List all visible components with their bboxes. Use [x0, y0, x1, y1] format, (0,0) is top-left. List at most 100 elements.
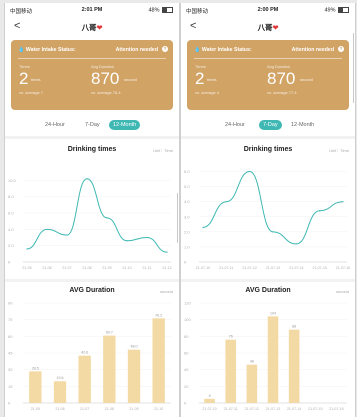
y-tick-label: 2.0 [8, 243, 14, 248]
tab-24-hour[interactable]: 24-Hour [41, 120, 69, 130]
bar-value-label: 76 [229, 335, 233, 339]
bar-value-label: 76.2 [155, 313, 162, 317]
nav-bar: < 八哥❤ [181, 18, 355, 36]
bar-value-label: 46 [250, 360, 254, 364]
x-tick-label: 21-05 [31, 407, 40, 411]
battery-indicator: 48% [148, 7, 173, 13]
bar [127, 349, 141, 403]
x-tick-label: 21-07-10 [196, 266, 210, 270]
x-tick-label: 21-07 [80, 407, 89, 411]
section-divider [181, 279, 355, 282]
tab-24-hour[interactable]: 24-Hour [221, 120, 249, 130]
duration-unit: second [300, 77, 313, 82]
x-tick-label: 21-06 [42, 266, 51, 270]
section-divider [5, 279, 179, 282]
data-point [26, 248, 28, 250]
x-tick-label: 21-12 [162, 266, 171, 270]
x-tick-label: 21-06 [55, 407, 64, 411]
avg-duration-unit: second [160, 289, 173, 294]
bar [288, 329, 300, 403]
times-unit: times [31, 77, 41, 82]
avg-duration-unit: second [336, 289, 349, 294]
tab-7-day[interactable]: 7-Day [259, 120, 282, 130]
phone-screen-7-day: 中国移动 2:00 PM 49% < 八哥❤ 💧 Water Intake St… [180, 3, 356, 417]
duration-average: vs. average 76.4 [91, 90, 121, 95]
battery-icon [162, 7, 173, 13]
x-tick-label: 21-10 [122, 266, 131, 270]
tab-7-day[interactable]: 7-Day [81, 120, 104, 130]
x-tick-label: 21-07-15 [312, 266, 326, 270]
heart-icon: ❤ [272, 25, 279, 32]
battery-fill [163, 8, 168, 12]
bar [204, 398, 215, 403]
water-intake-card: 💧 Water Intake Status: Attention needed … [187, 40, 349, 110]
data-point [166, 251, 168, 253]
y-tick-label: 20 [184, 384, 189, 389]
y-tick-label: 75 [8, 317, 13, 322]
x-tick-label: 21-07-15 [308, 407, 322, 411]
x-tick-label: 21-11 [143, 266, 152, 270]
battery-indicator: 49% [324, 7, 349, 13]
x-tick-label: 21-07 [62, 266, 71, 270]
times-average: vs. average 4 [195, 90, 220, 95]
x-tick-label: 21-07-12 [242, 266, 256, 270]
y-tick-label: 30 [8, 367, 13, 372]
data-point [249, 170, 251, 173]
x-tick-label: 21-07-13 [266, 266, 280, 270]
data-point [272, 231, 274, 233]
y-tick-label: 5.0 [184, 184, 190, 189]
tab-12-month[interactable]: 12-Month [287, 120, 318, 130]
status-value: Attention needed [291, 47, 334, 53]
x-tick-label: 21-07-14 [289, 266, 303, 270]
card-divider [18, 58, 166, 59]
x-tick-label: 21-07-11 [219, 266, 233, 270]
water-intake-card: 💧 Water Intake Status: Attention needed … [11, 40, 173, 110]
battery-percent: 48% [148, 7, 160, 14]
data-point [126, 240, 128, 242]
bar-value-label: 5 [209, 394, 211, 398]
info-icon[interactable]: ? [162, 46, 168, 52]
status-value: Attention needed [115, 47, 158, 53]
x-tick-label: 21-10 [154, 407, 163, 411]
scrollbar[interactable] [352, 33, 354, 103]
y-tick-label: 3.0 [184, 214, 190, 219]
y-tick-label: 4.0 [8, 227, 14, 232]
x-tick-label: 21-07-13 [266, 407, 280, 411]
phone-screen-12-month: 中国移动 2:01 PM 48% < 八哥❤ 💧 Water Intake St… [4, 3, 180, 417]
data-point [106, 217, 108, 219]
duration-unit: second [124, 77, 137, 82]
tab-12-month[interactable]: 12-Month [109, 120, 141, 130]
bar [53, 381, 67, 403]
info-icon[interactable]: ? [338, 46, 344, 52]
y-tick-label: 90 [8, 301, 13, 306]
drinking-times-unit: Unit：Time [329, 148, 349, 153]
x-tick-label: 21-07-16 [336, 266, 350, 270]
y-tick-label: 100 [184, 317, 191, 322]
bar [225, 339, 236, 403]
status-label: 💧 Water Intake Status: [194, 47, 252, 53]
bar-value-label: 88 [292, 325, 296, 329]
data-point [342, 201, 344, 203]
pet-name: 八哥 [81, 23, 97, 32]
y-tick-label: 60 [184, 351, 189, 356]
bar [103, 335, 116, 403]
card-divider [194, 58, 342, 59]
y-tick-label: 120 [184, 301, 191, 306]
times-value: 2 [195, 69, 205, 88]
bar [78, 355, 91, 403]
data-point [225, 201, 227, 203]
bar-value-label: 60.7 [106, 331, 113, 335]
y-tick-label: 4.0 [184, 199, 190, 204]
x-tick-label: 21-09 [129, 407, 138, 411]
x-tick-label: 21-08 [105, 407, 114, 411]
data-point [66, 234, 68, 236]
status-label: 💧 Water Intake Status: [18, 47, 76, 53]
duration-value: 870 [267, 69, 296, 88]
scrollbar[interactable] [176, 193, 178, 243]
data-point [86, 178, 88, 180]
bar [29, 371, 42, 403]
battery-percent: 49% [324, 7, 336, 14]
duration-value: 870 [91, 69, 120, 88]
nav-bar: < 八哥❤ [5, 18, 179, 36]
bar-value-label: 42.6 [81, 351, 88, 355]
